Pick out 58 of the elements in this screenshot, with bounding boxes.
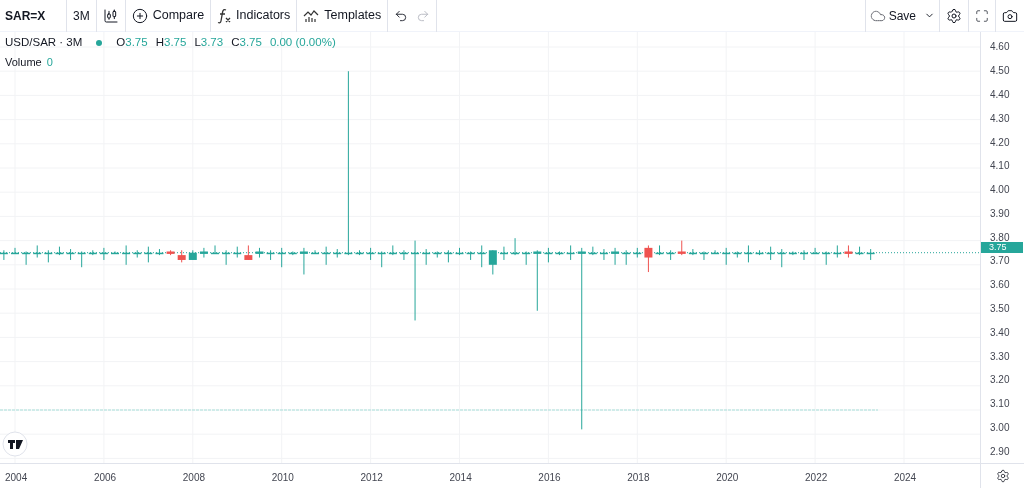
legend-title: USD/SAR · 3M xyxy=(5,35,83,50)
plus-circle-icon xyxy=(131,7,148,24)
settings-icon xyxy=(946,7,962,24)
toolbar-button[interactable]: Compare xyxy=(124,0,211,32)
price-label: 3.20 xyxy=(990,373,1010,388)
price-label: 3.60 xyxy=(990,278,1010,293)
fullscreen-icon xyxy=(975,8,989,23)
settings-icon[interactable] xyxy=(995,469,1010,483)
camera-icon xyxy=(1002,7,1018,24)
volume-value: 0 xyxy=(46,55,53,71)
price-label: 3.70 xyxy=(990,254,1010,269)
price-label: 3.50 xyxy=(990,302,1010,316)
symbol-label[interactable]: SAR=X xyxy=(0,6,66,25)
price-label: 4.30 xyxy=(990,111,1010,126)
price-label: 4.60 xyxy=(990,40,1010,55)
ohlc-value: H3.75 xyxy=(155,35,187,50)
price-label: 3.90 xyxy=(990,206,1010,221)
year-label: 2024 xyxy=(893,472,917,483)
candlestick xyxy=(177,249,186,263)
year-label: 2012 xyxy=(360,472,383,483)
current-price-label: 3.75 xyxy=(981,242,1023,253)
candlestick xyxy=(244,244,253,261)
price-label: 3.30 xyxy=(990,349,1010,364)
year-label: 2004 xyxy=(5,472,28,483)
price-label: 3.40 xyxy=(990,325,1010,340)
price-label: 3.80 xyxy=(990,230,1010,244)
year-label: 2022 xyxy=(805,472,828,483)
year-label: 2020 xyxy=(716,472,739,483)
year-label: 2016 xyxy=(538,472,561,483)
price-label: 4.00 xyxy=(990,183,1010,198)
interval-button[interactable]: 3M xyxy=(66,0,96,32)
candlestick xyxy=(644,244,653,273)
price-label: 4.40 xyxy=(990,87,1010,102)
ohlc-value: O3.75 xyxy=(116,35,148,50)
year-label: 2006 xyxy=(93,472,117,483)
candlestick xyxy=(844,244,853,259)
toolbar-button[interactable]: Templates xyxy=(296,0,388,32)
save-button[interactable]: Save xyxy=(864,0,939,32)
toolbar-button[interactable]: Indicators xyxy=(210,0,297,32)
price-label: 4.10 xyxy=(990,159,1010,174)
ohlc-value: L3.73 xyxy=(194,35,224,50)
price-label: 3.10 xyxy=(990,397,1010,412)
change-value: 0.00 (0.00%) xyxy=(269,35,336,50)
price-label: 4.20 xyxy=(990,135,1010,150)
candlestick xyxy=(166,249,175,256)
price-label: 3.00 xyxy=(990,420,1010,435)
candles-icon xyxy=(102,7,119,24)
year-label: 2018 xyxy=(627,472,650,483)
year-label: 2014 xyxy=(449,472,472,483)
volume-label: Volume xyxy=(5,55,42,71)
year-label: 2008 xyxy=(182,472,206,483)
year-label: 2010 xyxy=(271,472,294,483)
ohlc-value: C3.75 xyxy=(231,35,262,50)
function-icon xyxy=(217,7,232,24)
candlestick xyxy=(677,240,686,256)
price-label: 4.50 xyxy=(990,64,1010,79)
undo-icon[interactable] xyxy=(394,8,409,23)
price-label: 2.90 xyxy=(990,444,1010,459)
